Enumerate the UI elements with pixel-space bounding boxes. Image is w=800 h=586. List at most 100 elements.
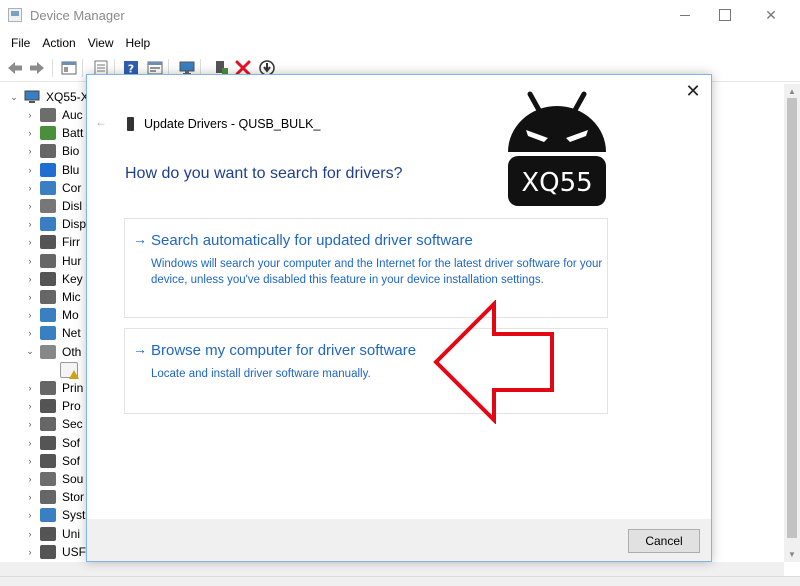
chevron-right-icon[interactable]: › [24,183,36,193]
scroll-down-icon[interactable]: ▼ [788,550,796,559]
search-automatically-title[interactable]: Search automatically for updated driver … [151,232,473,249]
chevron-right-icon[interactable]: › [24,328,36,338]
chevron-right-icon[interactable]: › [24,492,36,502]
tree-item-label: Oth [62,344,82,359]
chevron-right-icon[interactable]: › [24,292,36,302]
menu-help[interactable]: Help [121,36,156,50]
title-bar: Device Manager ✕ [0,0,800,32]
tree-item[interactable] [56,361,84,379]
tree-item[interactable]: › Auc [24,106,83,124]
scroll-up-icon[interactable]: ▲ [788,87,796,96]
scrollbar-thumb[interactable] [787,98,797,538]
chevron-right-icon[interactable]: › [24,401,36,411]
tree-item-label: Disl [62,199,82,213]
back-arrow-icon[interactable]: ← [95,115,107,129]
chevron-right-icon[interactable]: › [24,383,36,393]
chevron-right-icon[interactable]: › [24,419,36,429]
tree-item[interactable]: › Bio [24,142,79,160]
android-robot-logo-icon: XQ55 [508,91,606,206]
red-arrow-pointer-icon [433,300,554,424]
tree-item-label: Prin [62,381,84,395]
tree-item[interactable]: › Sof [24,434,80,452]
chevron-right-icon[interactable]: › [24,256,36,266]
chevron-right-icon[interactable]: › [24,146,36,156]
bluetooth-icon [40,162,56,177]
cancel-button[interactable]: Cancel [628,529,700,553]
tree-item[interactable]: › Disp [24,215,86,233]
chevron-right-icon[interactable]: › [24,474,36,484]
vertical-scrollbar[interactable]: ▲ ▼ [784,84,800,562]
tree-item[interactable]: › Mic [24,288,81,306]
tree-item[interactable]: › Cor [24,179,81,197]
chevron-right-icon[interactable]: › [24,510,36,520]
dialog-close-button[interactable]: ✕ [685,82,701,100]
browse-computer-title[interactable]: Browse my computer for driver software [151,342,416,359]
chevron-right-icon[interactable]: › [24,310,36,320]
forward-arrow-icon[interactable] [28,59,46,77]
back-arrow-icon[interactable] [6,59,24,77]
monitor-icon [40,308,56,323]
tree-item[interactable]: › USF [24,543,86,561]
chevron-right-icon[interactable]: › [24,165,36,175]
chevron-right-icon[interactable]: › [24,529,36,539]
tree-item-label: Disp [62,217,87,232]
window-title: Device Manager [30,8,125,23]
tree-item[interactable]: › Sec [24,415,83,433]
tree-item[interactable]: › Key [24,270,83,288]
system-icon [40,508,56,523]
tree-item[interactable]: › Firr [24,233,80,251]
storage-icon [40,490,56,505]
usb-icon [40,526,56,541]
software-component-icon [40,435,56,450]
tree-root[interactable]: ⌄ XQ55-X [8,88,88,106]
chevron-right-icon[interactable]: › [24,456,36,466]
tree-item-label: Syst [62,508,86,523]
menu-action[interactable]: Action [37,36,80,50]
maximize-button[interactable] [702,0,748,30]
tree-item-label: Sec [62,417,83,432]
arrow-right-icon: → [133,231,147,247]
chevron-right-icon[interactable]: › [24,201,36,211]
tree-item[interactable]: › Disl [24,197,82,215]
tree-item[interactable]: › Pro [24,397,81,415]
tree-item[interactable]: › Mo [24,306,79,324]
tree-item[interactable]: › Sou [24,470,83,488]
firmware-icon [40,235,56,250]
processor-icon [40,399,56,414]
tree-item-label: Net [62,326,81,341]
chevron-right-icon[interactable]: › [24,438,36,448]
fingerprint-icon [40,144,56,159]
menu-view[interactable]: View [83,36,119,50]
chevron-right-icon[interactable]: › [24,547,36,557]
tree-item[interactable]: › Stor [24,488,84,506]
chevron-right-icon[interactable]: › [24,219,36,229]
chevron-right-icon[interactable]: › [24,274,36,284]
chevron-right-icon[interactable]: › [24,110,36,120]
tree-item[interactable]: › Syst [24,506,85,524]
tree-item-label: Mo [62,308,79,323]
tree-item[interactable]: › Net [24,324,81,342]
close-window-button[interactable]: ✕ [748,0,794,30]
chevron-down-icon[interactable]: ⌄ [24,346,36,357]
tree-item[interactable]: › Batt [24,124,83,142]
tree-item[interactable]: › Blu [24,161,79,179]
tree-item[interactable]: ⌄ Oth [24,343,81,361]
chevron-right-icon[interactable]: › [24,237,36,247]
tree-item-label: Stor [62,490,85,505]
tree-item-label: Pro [62,399,81,414]
properties-icon[interactable] [60,59,78,77]
tree-item[interactable]: › Sof [24,452,80,470]
device-manager-app-icon [8,8,22,22]
tree-item[interactable]: › Hur [24,252,81,270]
tree-item-label: Firr [62,235,80,250]
tree-item[interactable]: › Prin [24,379,83,397]
keyboard-icon [40,271,56,286]
chevron-right-icon[interactable]: › [24,128,36,138]
tree-item-label: Sof [62,453,81,468]
tree-item[interactable]: › Uni [24,525,80,543]
chevron-down-icon[interactable]: ⌄ [8,92,20,103]
software-device-icon [40,453,56,468]
horizontal-scrollbar[interactable] [0,562,784,576]
menu-file[interactable]: File [6,36,35,50]
computer-icon [24,90,40,103]
